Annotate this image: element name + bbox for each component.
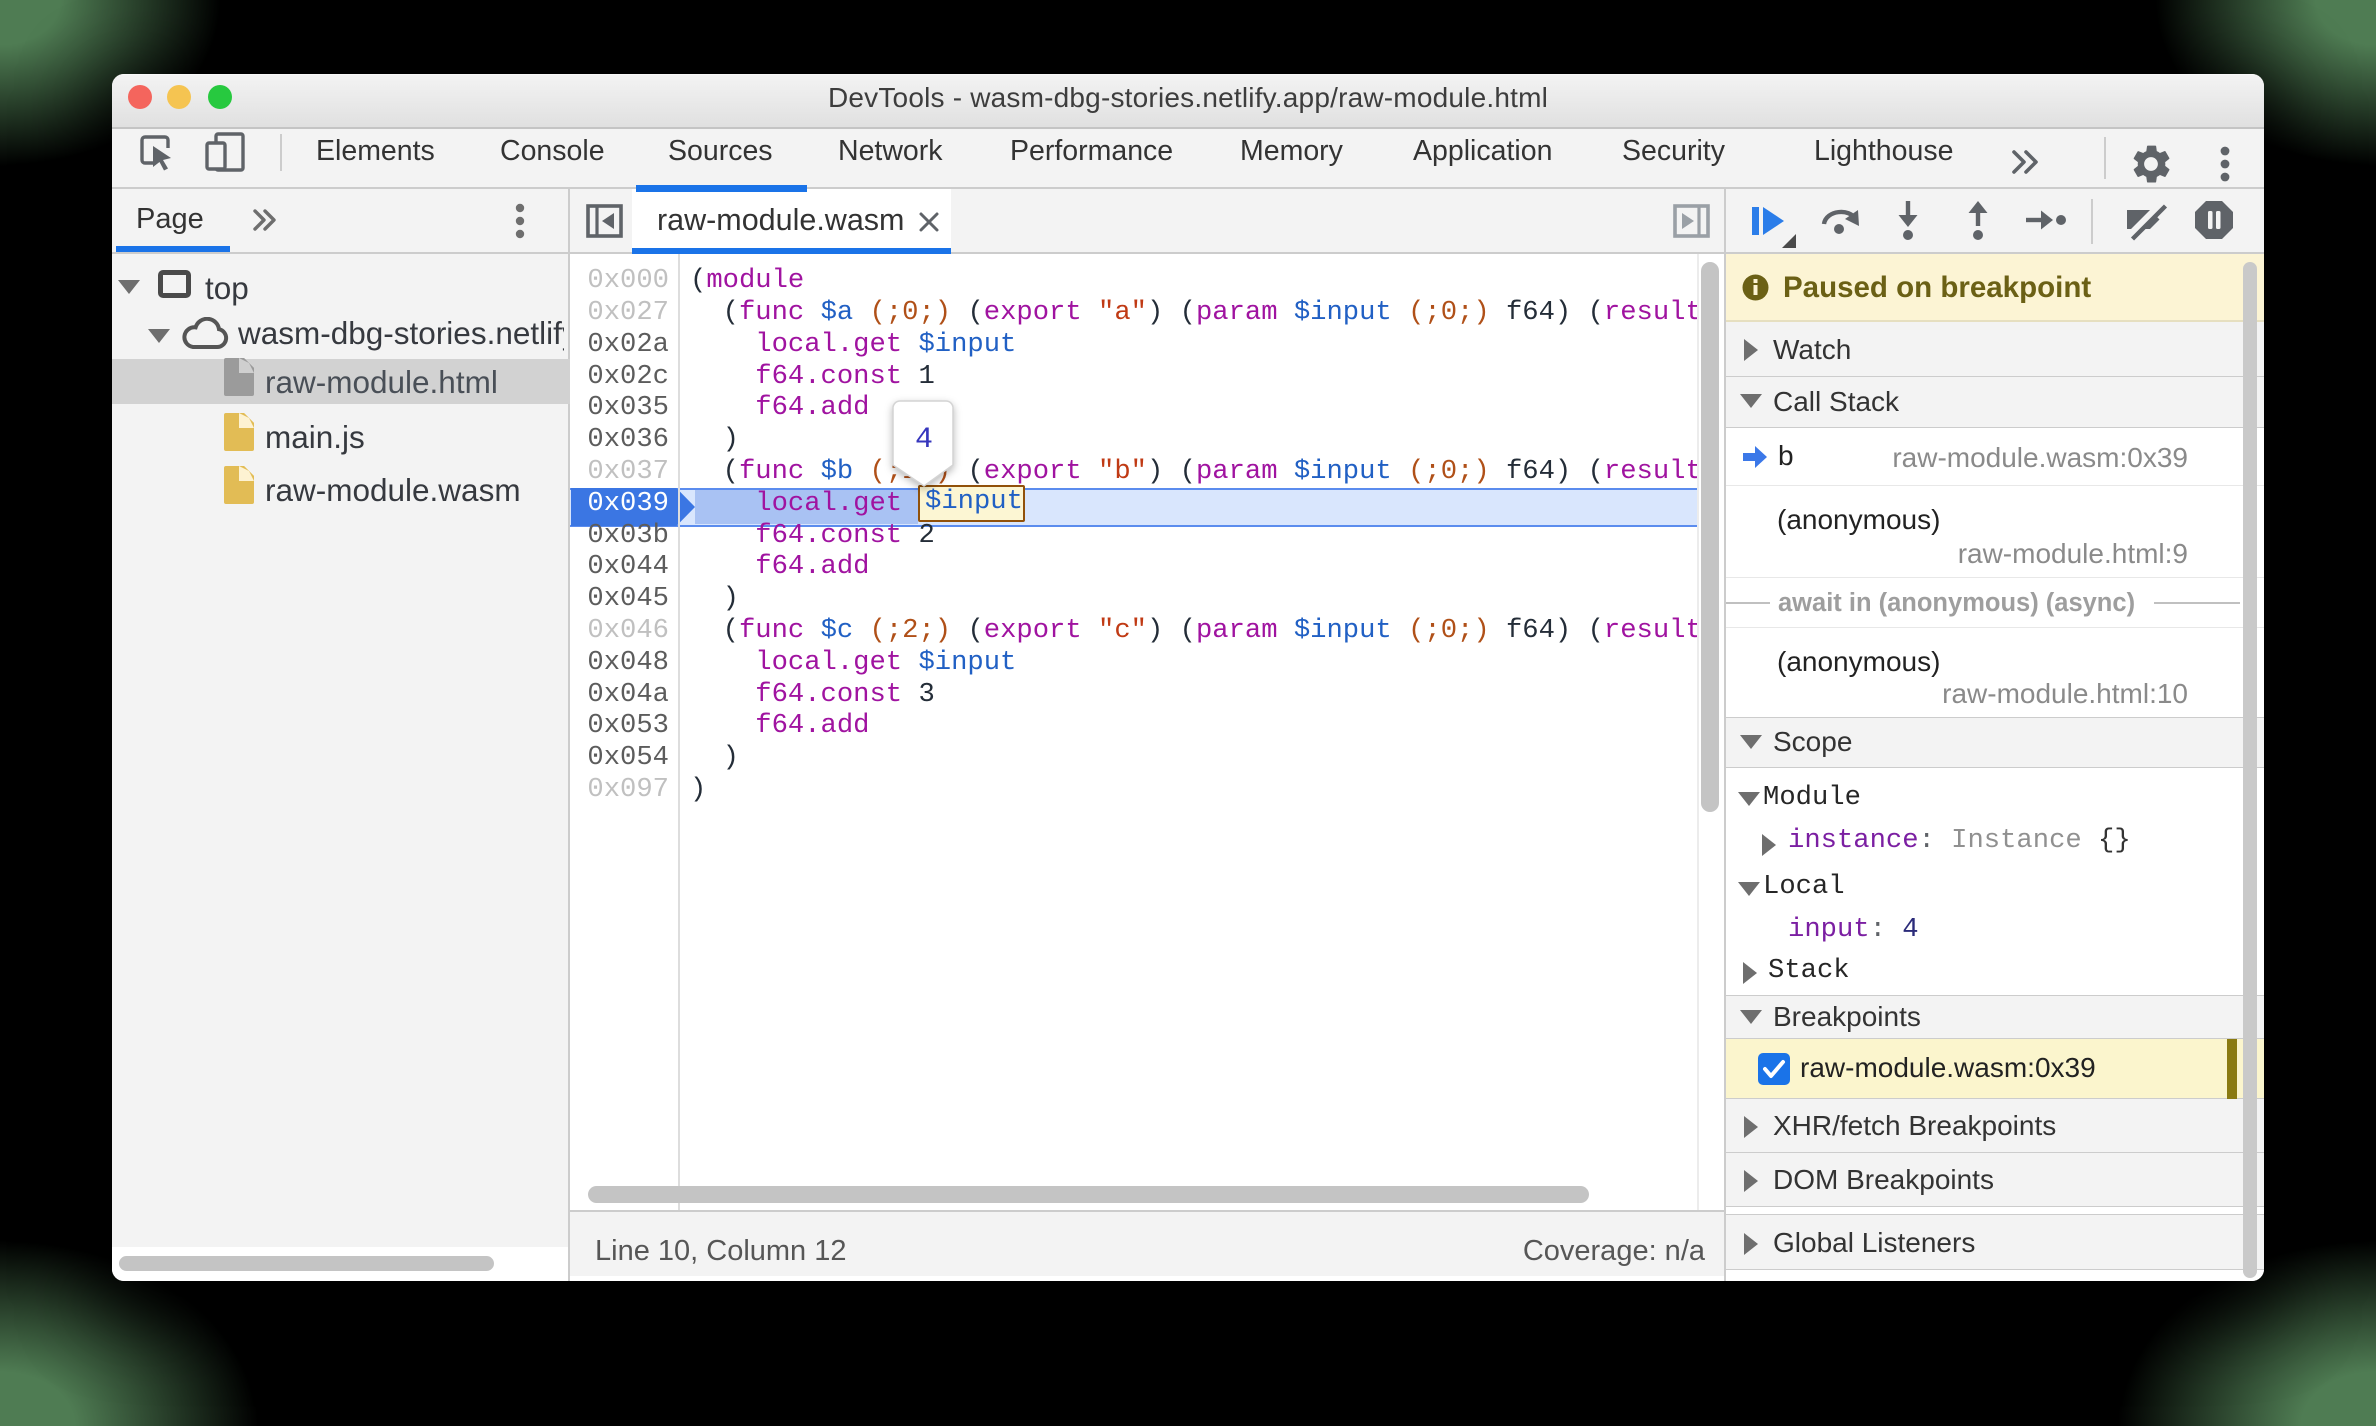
- svg-text:4: 4: [915, 423, 933, 457]
